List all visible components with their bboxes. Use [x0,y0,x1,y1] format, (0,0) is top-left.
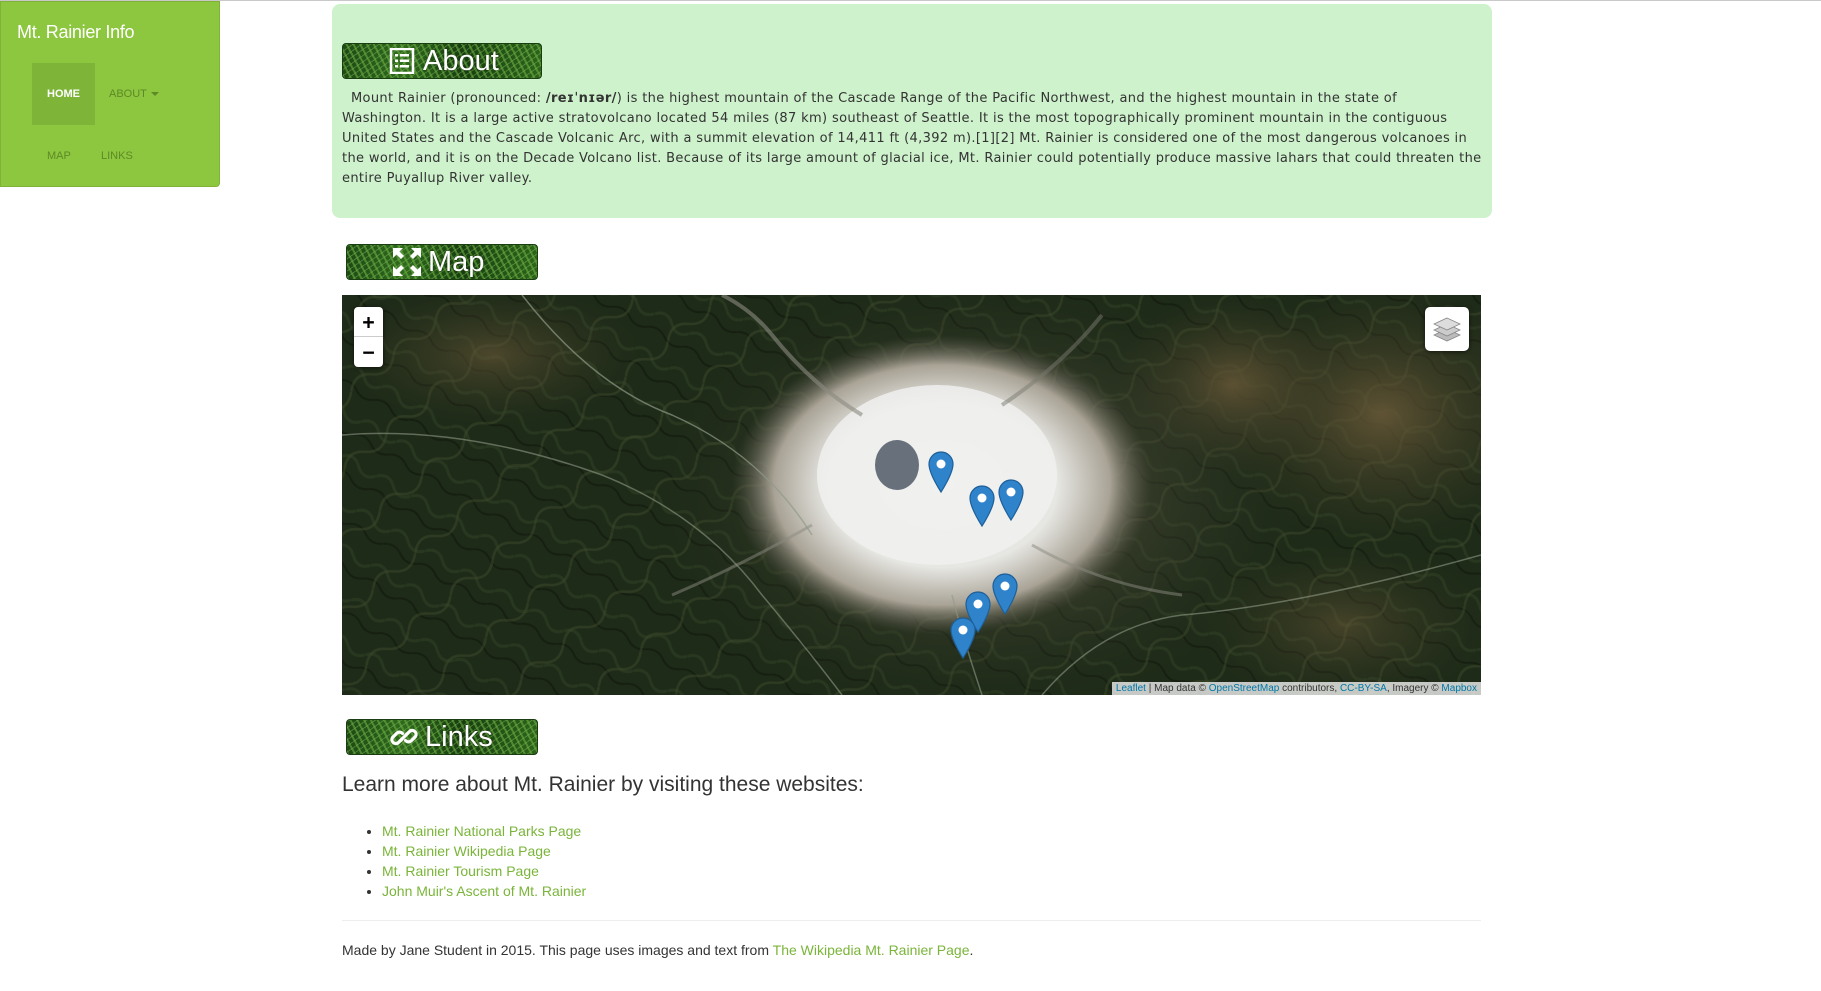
nav-item-home[interactable]: HOME [32,63,95,125]
zoom-in-button[interactable]: + [354,307,383,336]
map-attribution: Leaflet | Map data © OpenStreetMap contr… [1111,682,1481,695]
nav-item-about[interactable]: ABOUT [109,88,159,100]
links-heading-text: Links [425,720,493,753]
nav-item-map[interactable]: MAP [47,150,71,162]
list-item: Mt. Rainier Tourism Page [382,861,586,881]
layers-button[interactable] [1425,307,1469,351]
list-item: Mt. Rainier Wikipedia Page [382,841,586,861]
caret-down-icon [150,92,159,97]
map-marker-icon[interactable] [950,617,976,659]
map-marker-icon[interactable] [928,451,954,493]
link-john-muir[interactable]: John Muir's Ascent of Mt. Rainier [382,883,586,899]
brand-title[interactable]: Mt. Rainier Info [17,22,135,43]
links-list: Mt. Rainier National Parks Page Mt. Rain… [362,821,586,901]
nav-item-links[interactable]: LINKS [101,150,133,162]
map-heading-text: Map [428,245,485,278]
about-paragraph: Mount Rainier (pronounced: /reɪˈnɪər/) i… [342,89,1482,189]
fullscreen-icon [392,247,422,277]
about-heading: About [342,43,542,79]
attribution-contributors: contributors, [1279,683,1340,694]
zoom-out-button[interactable]: − [354,337,383,366]
footer-divider [342,920,1481,921]
pronunciation: /reɪˈnɪər/ [545,91,617,106]
footer: Made by Jane Student in 2015. This page … [342,942,973,958]
link-wikipedia[interactable]: Mt. Rainier Wikipedia Page [382,843,551,859]
link-chain-icon [389,722,419,752]
nav-about-label: ABOUT [109,88,147,100]
map-marker-icon[interactable] [998,479,1024,521]
leaflet-link[interactable]: Leaflet [1116,683,1146,694]
osm-link[interactable]: OpenStreetMap [1209,683,1280,694]
about-heading-text: About [423,44,499,77]
mapbox-link[interactable]: Mapbox [1441,683,1477,694]
about-text-start: Mount Rainier (pronounced: [350,91,546,106]
satellite-imagery [342,295,1481,695]
nav-home-label: HOME [47,88,80,100]
footer-end: . [969,942,974,958]
attribution-text: | Map data © [1145,683,1209,694]
layers-icon [1433,317,1461,342]
link-tourism[interactable]: Mt. Rainier Tourism Page [382,863,539,879]
top-border [0,0,1821,1]
links-intro: Learn more about Mt. Rainier by visiting… [342,773,864,796]
map-marker-icon[interactable] [969,485,995,527]
attribution-imagery: , Imagery © [1386,683,1442,694]
map-marker-icon[interactable] [992,573,1018,615]
list-icon [387,46,417,76]
license-link[interactable]: CC-BY-SA [1340,683,1387,694]
zoom-control: + − [354,307,383,367]
footer-text: Made by Jane Student in 2015. This page … [342,942,773,958]
map-heading: Map [346,244,538,280]
sidebar-nav: Mt. Rainier Info HOME ABOUT MAP LINKS [0,1,220,187]
link-national-parks[interactable]: Mt. Rainier National Parks Page [382,823,581,839]
footer-wikipedia-link[interactable]: The Wikipedia Mt. Rainier Page [773,942,970,958]
map-view[interactable]: + − Leaflet | Map data © OpenStreetMap c… [342,295,1481,695]
list-item: Mt. Rainier National Parks Page [382,821,586,841]
links-heading: Links [346,719,538,755]
list-item: John Muir's Ascent of Mt. Rainier [382,881,586,901]
